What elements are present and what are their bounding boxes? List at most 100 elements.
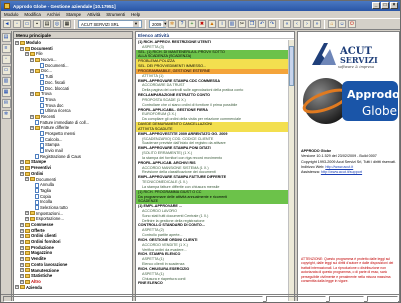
document-icon <box>40 131 44 137</box>
company-select[interactable]: ACUT SERVIZI SRL ▼ <box>78 20 142 28</box>
activity-list: (1) RICH. APPROV. RESTRIZIONE UTENTI ASPE… <box>136 40 288 301</box>
scrollbar-thumb[interactable] <box>289 46 294 86</box>
expand-toggle-icon[interactable]: + <box>25 177 29 182</box>
support-row: Assistenza: http://www.acut.it/support <box>301 170 399 175</box>
close-button[interactable]: × <box>390 2 398 9</box>
folder-icon <box>25 256 30 261</box>
expand-toggle-icon[interactable]: + <box>20 46 24 51</box>
support-link[interactable]: http://www.acut.it/support <box>321 170 362 174</box>
previous-icon[interactable]: ‹ <box>293 20 301 28</box>
exit-icon[interactable]: ⏻ <box>348 20 356 28</box>
maximize-button[interactable]: □ <box>381 2 389 9</box>
menu-help[interactable]: Help <box>131 12 140 17</box>
first-icon[interactable]: « <box>283 20 291 28</box>
expand-toggle-icon[interactable]: + <box>15 40 19 45</box>
folder-icon <box>25 251 30 256</box>
copy-icon[interactable]: ❐ <box>248 20 256 28</box>
status-bar <box>1 294 400 302</box>
expand-toggle-icon[interactable]: + <box>20 268 24 273</box>
expand-toggle-icon[interactable]: + <box>20 228 24 233</box>
menu-archivi[interactable]: Archivi <box>47 12 60 17</box>
home-icon[interactable]: ⌂ <box>328 20 336 28</box>
expand-toggle-icon[interactable]: + <box>20 222 24 227</box>
folder-icon <box>30 52 35 57</box>
user-icon[interactable]: ☺ <box>338 20 346 28</box>
brand-tagline: software & impresa <box>338 65 374 69</box>
main-menu-title: Menu principale <box>14 32 132 39</box>
chevron-down-icon: ▼ <box>163 21 168 27</box>
expand-toggle-icon[interactable]: + <box>25 217 29 222</box>
tree-node-label: Azienda <box>26 284 43 290</box>
expand-toggle-icon[interactable]: + <box>30 57 34 62</box>
menu-attivita[interactable]: Attività <box>87 12 100 17</box>
status-cell-user <box>266 296 326 302</box>
warning-icon[interactable]: ▲ <box>208 20 216 28</box>
next-icon[interactable]: › <box>303 20 311 28</box>
info-icon[interactable]: i <box>218 20 226 28</box>
back-icon[interactable]: ◄ <box>3 20 11 28</box>
scissors-icon[interactable]: ✂ <box>238 20 246 28</box>
status-cell-main <box>3 296 263 302</box>
new-document-icon[interactable]: ▫ <box>13 20 21 28</box>
expand-toggle-icon[interactable]: + <box>15 285 19 290</box>
activity-list-panel: Elenco attività (1) RICH. APPROV. RESTRI… <box>135 31 295 302</box>
expand-toggle-icon[interactable]: + <box>20 245 24 250</box>
folder-icon <box>35 57 40 62</box>
expand-toggle-icon[interactable]: + <box>20 171 24 176</box>
folder-icon <box>25 171 30 176</box>
mail-icon[interactable]: ✉ <box>1 99 11 108</box>
save-icon[interactable]: ▪ <box>33 20 41 28</box>
minimize-button[interactable]: _ <box>372 2 380 9</box>
tools-icon[interactable]: ✲ <box>1 110 11 119</box>
undo-icon[interactable]: ↶ <box>258 20 266 28</box>
expand-toggle-icon[interactable]: + <box>20 234 24 239</box>
delete-icon[interactable]: ✖ <box>198 20 206 28</box>
menu-stampe[interactable]: Stampe <box>66 12 81 17</box>
expand-toggle-icon[interactable]: + <box>25 211 29 216</box>
expand-toggle-icon[interactable]: + <box>30 92 34 97</box>
redo-icon[interactable]: ↷ <box>268 20 276 28</box>
help-icon[interactable]: ? <box>178 20 186 28</box>
expand-toggle-icon[interactable]: + <box>30 69 34 74</box>
expand-toggle-icon[interactable]: + <box>20 262 24 267</box>
copyright-warning: ATTENZIONE: Questo programma è protetto … <box>301 257 394 284</box>
year-select[interactable]: 2009 ▼ <box>149 20 168 28</box>
expand-toggle-icon[interactable]: + <box>20 256 24 261</box>
document-icon[interactable]: ▫ <box>1 55 11 64</box>
menu-strumenti[interactable]: Strumenti <box>106 12 125 17</box>
expand-toggle-icon[interactable]: + <box>25 52 29 57</box>
settings-icon[interactable]: ✲ <box>168 20 176 28</box>
window-title: Approdo Globe - Gestione aziendale [10.1… <box>13 3 116 9</box>
search-icon[interactable]: ◎ <box>53 20 61 28</box>
last-icon[interactable]: » <box>313 20 321 28</box>
expand-toggle-icon[interactable]: + <box>30 114 34 119</box>
open-icon[interactable]: ▭ <box>23 20 31 28</box>
app-icon <box>4 3 10 9</box>
expand-toggle-icon[interactable]: + <box>20 165 24 170</box>
folder-icon[interactable]: ▭ <box>1 66 11 75</box>
menu-modifica[interactable]: Modifica <box>24 12 40 17</box>
expand-toggle-icon[interactable]: + <box>20 251 24 256</box>
expand-toggle-icon[interactable]: + <box>20 274 24 279</box>
web-label: Indirizzo Web: <box>301 164 325 169</box>
expand-toggle-icon[interactable]: + <box>30 126 34 131</box>
expand-toggle-icon[interactable]: + <box>20 160 24 165</box>
menu-modulo[interactable]: Modulo <box>4 12 18 17</box>
calendar-icon[interactable]: ▦ <box>1 88 11 97</box>
expand-toggle-icon[interactable]: + <box>20 239 24 244</box>
grid-icon[interactable]: ▦ <box>63 20 71 28</box>
brand-servizi: SERVIZI <box>340 55 378 65</box>
print-icon[interactable]: ▤ <box>43 20 51 28</box>
expand-toggle-icon[interactable]: + <box>20 279 24 284</box>
activity-list-icon[interactable]: ≡ <box>1 44 11 53</box>
about-panel: ACUT SERVIZI software & impresa Approdo … <box>297 31 400 302</box>
tree-node[interactable]: + Azienda <box>15 285 132 291</box>
calendar-icon[interactable]: ▥ <box>228 20 236 28</box>
status-cell-date <box>329 296 364 302</box>
web-link[interactable]: http://www.acut.it <box>325 165 353 169</box>
menu-tree-icon[interactable]: ▤ <box>1 33 11 42</box>
activity-scrollbar[interactable] <box>288 40 294 301</box>
folder-icon <box>25 165 30 170</box>
chart-icon[interactable]: ▥ <box>1 77 11 86</box>
add-icon[interactable]: + <box>188 20 196 28</box>
